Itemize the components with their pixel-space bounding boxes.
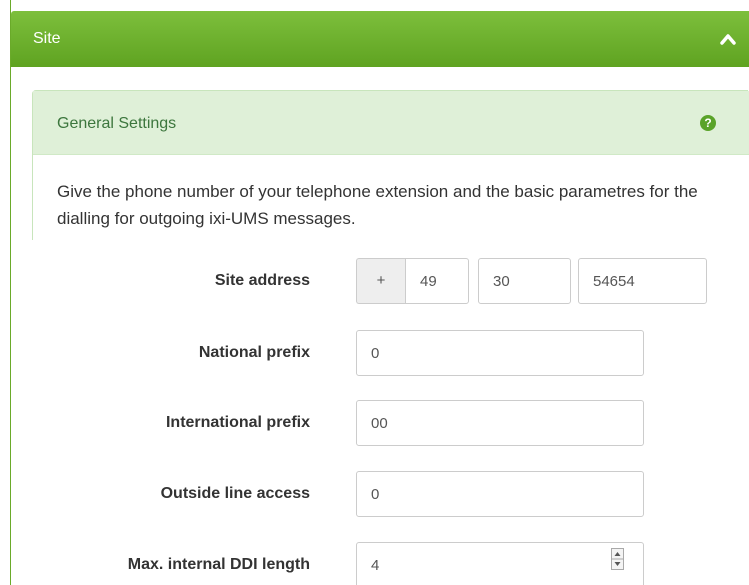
panel-title: Site [33,30,61,47]
panel-header[interactable]: Site [11,11,749,67]
section-description: Give the phone number of your telephone … [57,182,698,228]
national-prefix-input[interactable] [356,330,644,376]
section-header: General Settings ? [33,91,749,155]
section-title: General Settings [57,115,177,132]
question-circle-icon[interactable]: ? [700,115,716,131]
max-ddi-length-label: Max. internal DDI length [127,556,310,573]
max-ddi-length-input[interactable] [356,542,644,585]
general-settings-section: General Settings ? Give the phone number… [32,90,749,240]
outside-line-access-label: Outside line access [160,485,310,502]
international-prefix-label: International prefix [165,414,310,431]
international-prefix-input[interactable] [356,400,644,446]
country-code-input[interactable] [405,258,469,304]
outside-line-access-input[interactable] [356,471,644,517]
area-code-input[interactable] [478,258,571,304]
national-prefix-label: National prefix [198,344,310,361]
number-input[interactable] [578,258,707,304]
site-address-label: Site address [214,272,310,289]
spinner-arrows-icon[interactable] [611,548,624,570]
plus-addon: + [356,258,405,304]
chevron-up-icon[interactable] [720,33,736,45]
